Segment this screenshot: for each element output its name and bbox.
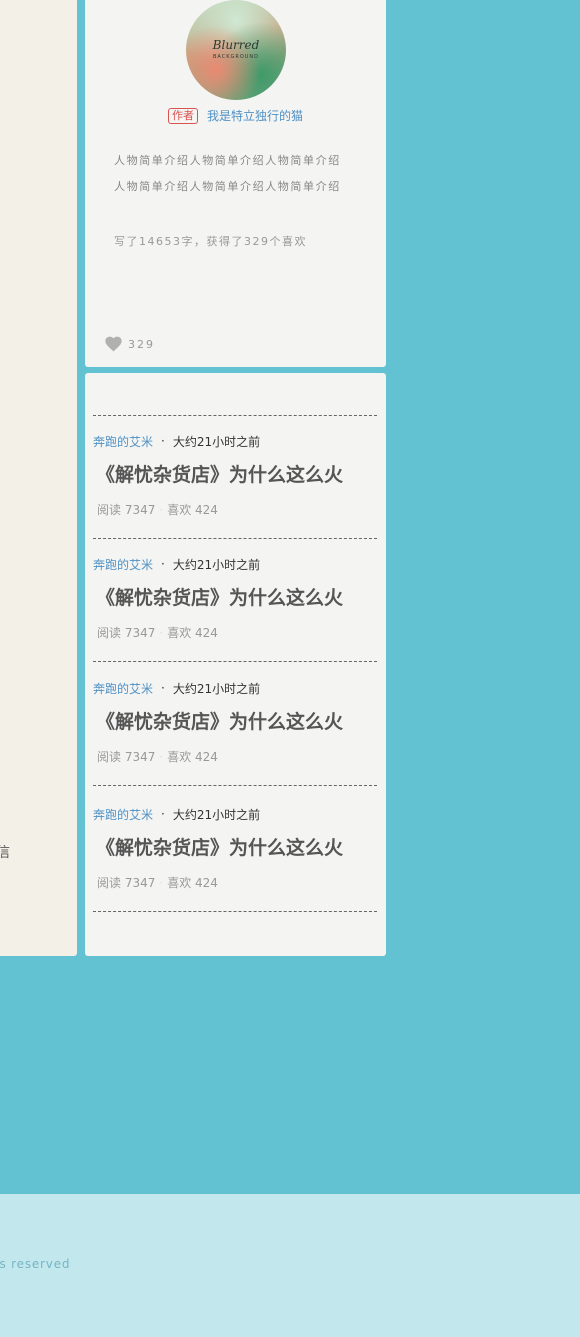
article-divider (93, 911, 377, 912)
article-item[interactable]: 奔跑的艾米 · 大约21小时之前 《解忧杂货店》为什么这么火 阅读 7347 ·… (93, 433, 379, 518)
article-title-link[interactable]: 《解忧杂货店》为什么这么火 (96, 710, 379, 734)
author-avatar[interactable]: Blurred BACKGROUND (186, 0, 286, 100)
article-meta: 奔跑的艾米 · 大约21小时之前 (93, 806, 379, 822)
article-divider (93, 785, 377, 786)
article-like-count: 喜欢 424 (167, 626, 218, 640)
article-time: 大约21小时之前 (172, 434, 261, 449)
author-writing-stats: 写了14653字，获得了329个喜欢 (114, 235, 307, 248)
article-title-link[interactable]: 《解忧杂货店》为什么这么火 (96, 586, 379, 610)
article-title-link[interactable]: 《解忧杂货店》为什么这么火 (96, 463, 379, 487)
article-like-count: 喜欢 424 (167, 750, 218, 764)
article-read-count: 阅读 7347 (97, 750, 156, 764)
article-stats: 阅读 7347 · 喜欢 424 (97, 624, 379, 641)
meta-separator: · (161, 807, 165, 821)
article-author-link[interactable]: 奔跑的艾米 (93, 556, 153, 573)
avatar-logo-subtitle: BACKGROUND (212, 54, 260, 60)
article-stats: 阅读 7347 · 喜欢 424 (97, 874, 379, 891)
article-divider (93, 661, 377, 662)
article-item[interactable]: 奔跑的艾米 · 大约21小时之前 《解忧杂货店》为什么这么火 阅读 7347 ·… (93, 680, 379, 765)
author-name-line: 作者 我是特立独行的猫 (85, 107, 386, 124)
footer-copyright: ts reserved (0, 1257, 71, 1271)
avatar-logo-script: Blurred (212, 38, 260, 52)
left-card-text-fragment: 信 (0, 845, 10, 861)
heart-icon (105, 336, 122, 352)
article-meta: 奔跑的艾米 · 大约21小时之前 (93, 556, 379, 572)
author-profile-card: Blurred BACKGROUND 作者 我是特立独行的猫 人物简单介绍人物简… (85, 0, 386, 367)
article-time: 大约21小时之前 (172, 557, 261, 572)
article-read-count: 阅读 7347 (97, 626, 156, 640)
article-read-count: 阅读 7347 (97, 876, 156, 890)
left-content-card: 信 (0, 0, 77, 956)
article-divider (93, 415, 377, 416)
article-list-card: 奔跑的艾米 · 大约21小时之前 《解忧杂货店》为什么这么火 阅读 7347 ·… (85, 373, 386, 956)
author-like-counter[interactable]: 329 (105, 336, 155, 352)
article-title-link[interactable]: 《解忧杂货店》为什么这么火 (96, 836, 379, 860)
author-badge: 作者 (167, 107, 198, 124)
stats-separator: · (159, 625, 164, 640)
article-item[interactable]: 奔跑的艾米 · 大约21小时之前 《解忧杂货店》为什么这么火 阅读 7347 ·… (93, 556, 379, 641)
stats-separator: · (159, 749, 164, 764)
author-name-link[interactable]: 我是特立独行的猫 (207, 107, 303, 124)
article-meta: 奔跑的艾米 · 大约21小时之前 (93, 433, 379, 449)
author-bio: 人物简单介绍人物简单介绍人物简单介绍人物简单介绍人物简单介绍人物简单介绍 (114, 154, 341, 193)
meta-separator: · (161, 557, 165, 571)
article-like-count: 喜欢 424 (167, 876, 218, 890)
article-item[interactable]: 奔跑的艾米 · 大约21小时之前 《解忧杂货店》为什么这么火 阅读 7347 ·… (93, 806, 379, 891)
article-author-link[interactable]: 奔跑的艾米 (93, 806, 153, 823)
article-stats: 阅读 7347 · 喜欢 424 (97, 748, 379, 765)
meta-separator: · (161, 434, 165, 448)
article-stats: 阅读 7347 · 喜欢 424 (97, 501, 379, 518)
article-read-count: 阅读 7347 (97, 503, 156, 517)
article-divider (93, 538, 377, 539)
meta-separator: · (161, 681, 165, 695)
article-author-link[interactable]: 奔跑的艾米 (93, 680, 153, 697)
like-count: 329 (128, 337, 155, 351)
page-footer: ts reserved (0, 1194, 580, 1337)
article-time: 大约21小时之前 (172, 807, 261, 822)
article-author-link[interactable]: 奔跑的艾米 (93, 433, 153, 450)
article-time: 大约21小时之前 (172, 681, 261, 696)
stats-separator: · (159, 502, 164, 517)
article-meta: 奔跑的艾米 · 大约21小时之前 (93, 680, 379, 696)
article-like-count: 喜欢 424 (167, 503, 218, 517)
stats-separator: · (159, 875, 164, 890)
